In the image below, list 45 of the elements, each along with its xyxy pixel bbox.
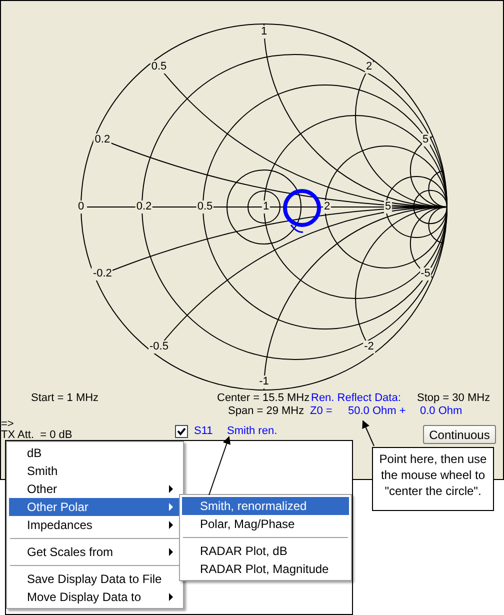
start-frequency: Start = 1 MHz (31, 392, 100, 404)
reflect-data-title: Ren. Reflect Data: (311, 392, 402, 404)
menu-item[interactable]: Smith (9, 462, 181, 480)
z0-label: Z0 = (310, 404, 334, 416)
menu-item[interactable]: RADAR Plot, Magnitude (182, 560, 349, 578)
axis-label: -5 (420, 268, 432, 281)
z0-real-value: 50.0 Ohm + (348, 404, 407, 416)
arrow (362, 420, 374, 446)
menu-item[interactable]: Other (9, 480, 181, 498)
menu-item[interactable]: Get Scales from (9, 543, 181, 561)
axis-label: 0.2 (94, 133, 112, 146)
axis-label: 5 (384, 200, 392, 214)
center-frequency: Center = 15.5 MHz (217, 392, 311, 404)
axis-label: -0.2 (92, 268, 113, 281)
axis-label: -0.5 (148, 340, 170, 354)
menu-item[interactable]: dB (9, 444, 181, 462)
span-frequency: Span = 29 MHz (228, 404, 306, 416)
trace-name: S11 (194, 425, 214, 437)
menu-item[interactable]: Move Display Data to (9, 588, 181, 606)
axis-label: 0 (76, 200, 86, 214)
axis-label: -2 (363, 340, 375, 354)
prompt-text: => (1, 419, 15, 430)
axis-label: 1 (262, 200, 270, 214)
z0-imaginary-value: 0.0 Ohm (420, 404, 462, 416)
continuous-button[interactable]: Continuous (423, 425, 496, 444)
menu-item[interactable]: Other Polar (9, 498, 181, 516)
axis-label: 2 (364, 60, 374, 74)
menu-item[interactable]: Impedances (9, 516, 181, 534)
axis-label: 2 (322, 200, 332, 214)
axis-label: 0.5 (150, 60, 168, 74)
stop-frequency: Stop = 30 MHz (417, 392, 490, 404)
axis-label: 0.5 (196, 200, 214, 214)
trace-mode: Smith ren. (227, 425, 278, 437)
axis-label: -1 (258, 376, 270, 388)
tx-attenuation: TX Att. = 0 dB (1, 430, 74, 441)
trace-curve (283, 189, 321, 233)
menu-item[interactable]: Smith, renormalized (182, 497, 349, 515)
trace-checkbox[interactable] (175, 424, 188, 438)
callout-note: Point here, then use the mouse wheel to "center the circle". (372, 447, 494, 511)
axis-label: 0.2 (135, 200, 153, 214)
menu-item[interactable]: Save Display Data to File (9, 570, 181, 588)
menu-item[interactable]: Polar, Mag/Phase (182, 515, 349, 533)
axis-label: 1 (260, 26, 268, 38)
menu-item[interactable]: RADAR Plot, dB (182, 542, 349, 560)
axis-label: 5 (421, 133, 430, 146)
